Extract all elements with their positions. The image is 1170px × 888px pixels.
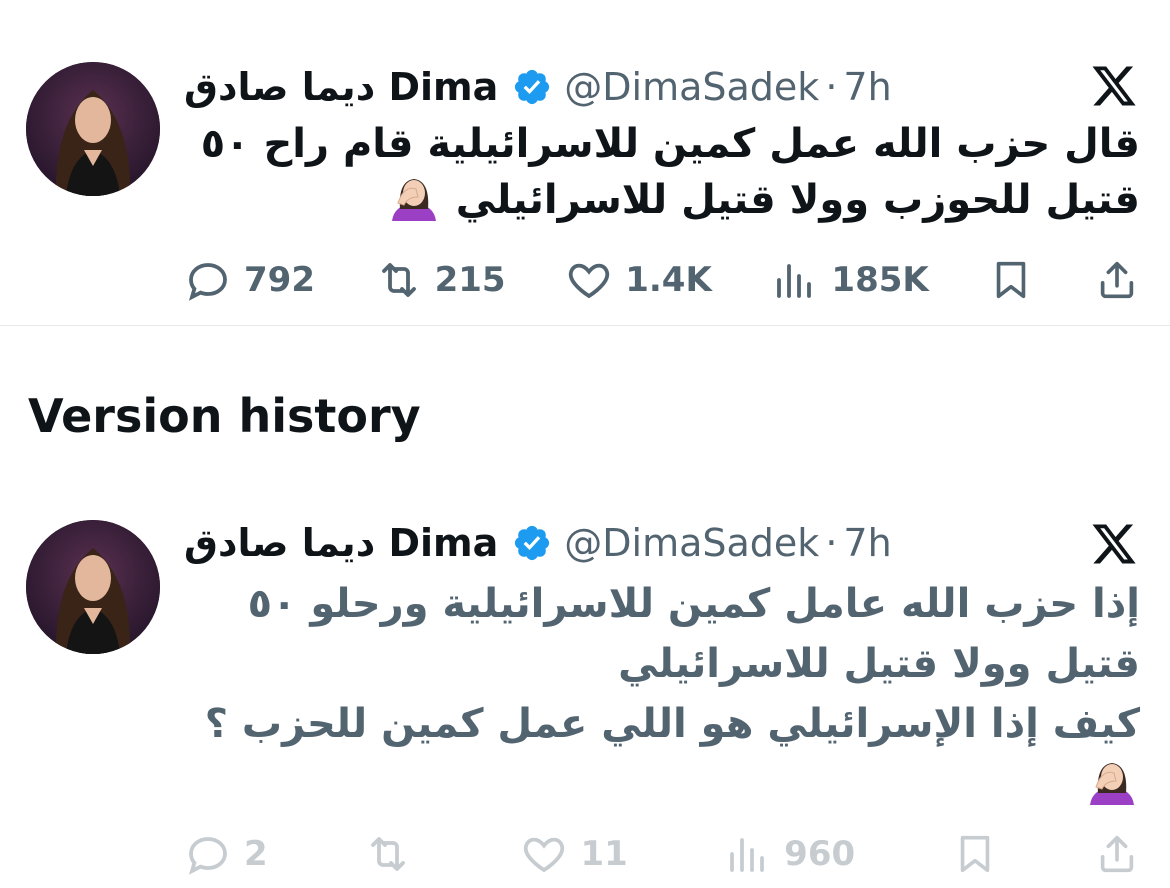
action-bar: 792 215 1.4K 185K: [184, 256, 1140, 304]
bookmark-icon: [960, 835, 989, 873]
share-icon: [1100, 835, 1134, 873]
verified-badge-icon: [512, 67, 552, 107]
verified-badge-icon: [512, 523, 552, 563]
current-tweet: ديما صادق Dima @DimaSadek · 7h قال حزب ا…: [0, 0, 1170, 326]
version-history-heading: Version history: [28, 389, 421, 443]
avatar[interactable]: [26, 62, 160, 196]
views-icon: [730, 838, 765, 872]
tweet-text-content: قال حزب الله عمل كمين للاسرائيلية قام را…: [200, 121, 1140, 223]
views-icon: [777, 264, 812, 298]
bookmark-button[interactable]: [952, 831, 998, 877]
action-bar: 2 11 960: [184, 830, 1140, 878]
views-button[interactable]: 185K: [771, 256, 929, 304]
heart-icon: [569, 263, 610, 299]
woman-facepalming-icon: [386, 173, 442, 221]
handle[interactable]: @DimaSadek: [564, 518, 819, 568]
reply-count: 792: [244, 260, 315, 300]
avatar[interactable]: [26, 520, 160, 654]
tweet-text: إذا حزب الله عامل كمين للاسرائيلية ورحلو…: [184, 574, 1140, 814]
bookmark-icon: [997, 261, 1026, 299]
like-button[interactable]: 11: [520, 830, 628, 878]
views-count: 185K: [831, 260, 929, 300]
share-button[interactable]: [1094, 257, 1140, 303]
bookmark-button[interactable]: [988, 257, 1034, 303]
x-logo-icon: [1090, 62, 1138, 110]
display-name[interactable]: ديما صادق Dima: [184, 62, 498, 112]
separator-dot: ·: [825, 521, 838, 565]
x-logo-icon: [1090, 520, 1138, 568]
repost-icon: [371, 837, 405, 871]
views-button[interactable]: 960: [724, 830, 855, 878]
tweet-header: ديما صادق Dima @DimaSadek · 7h: [184, 62, 892, 112]
timestamp[interactable]: 7h: [843, 518, 891, 568]
reply-icon: [188, 263, 227, 301]
repost-button[interactable]: 215: [375, 256, 506, 304]
reply-count: 2: [244, 834, 268, 874]
tweet-header: ديما صادق Dima @DimaSadek · 7h: [184, 518, 892, 568]
tweet-text: قال حزب الله عمل كمين للاسرائيلية قام را…: [184, 116, 1140, 228]
like-count: 11: [580, 834, 628, 874]
repost-button[interactable]: [364, 830, 424, 878]
like-button[interactable]: 1.4K: [565, 256, 712, 304]
views-count: 960: [784, 834, 856, 874]
separator-dot: ·: [825, 65, 838, 109]
share-icon: [1100, 261, 1134, 299]
reply-button[interactable]: 2: [184, 830, 268, 878]
repost-count: 215: [434, 260, 506, 300]
display-name[interactable]: ديما صادق Dima: [184, 518, 498, 568]
reply-icon: [188, 837, 227, 875]
share-button[interactable]: [1094, 831, 1140, 877]
woman-facepalming-icon: [1084, 757, 1140, 805]
timestamp[interactable]: 7h: [843, 62, 891, 112]
tweet-text-content: إذا حزب الله عامل كمين للاسرائيلية ورحلو…: [204, 581, 1140, 747]
heart-icon: [524, 837, 565, 873]
repost-icon: [381, 263, 416, 297]
reply-button[interactable]: 792: [184, 256, 315, 304]
like-count: 1.4K: [625, 260, 712, 300]
previous-version-tweet[interactable]: ديما صادق Dima @DimaSadek · 7h إذا حزب ا…: [0, 500, 1170, 888]
handle[interactable]: @DimaSadek: [564, 62, 819, 112]
divider: [0, 325, 1170, 326]
